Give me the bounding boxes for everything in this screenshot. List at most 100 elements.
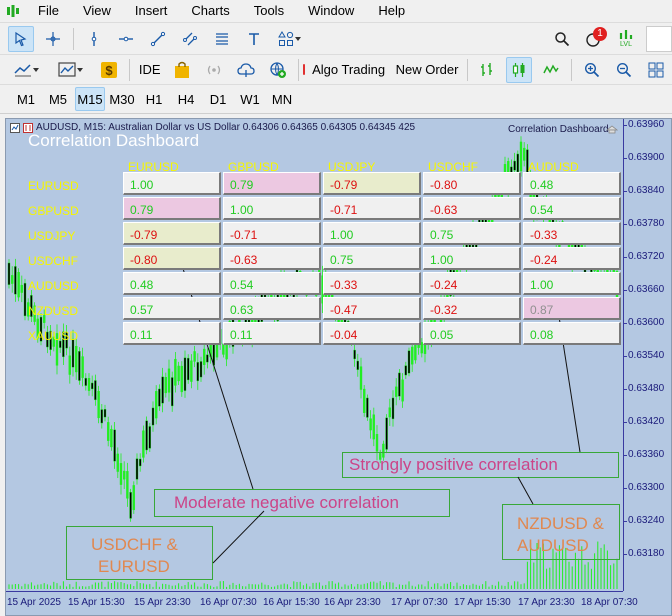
search-button[interactable] [549,26,575,52]
candle-body [372,414,375,440]
price-label: 0.63780 [628,218,665,229]
metatrader-logo-icon[interactable] [6,4,20,18]
price-tick [624,290,627,291]
zoom-in-button[interactable] [579,57,605,83]
menu-help[interactable]: Help [366,0,417,22]
tile-windows-button[interactable] [643,57,669,83]
candle-body [87,378,91,391]
algo-trading-button[interactable]: Algo Trading [303,57,385,83]
text-tool-button[interactable] [241,26,267,52]
candle-body [190,360,193,382]
chevron-down-icon [295,36,301,41]
candle-body [202,348,206,365]
candle-body [142,430,145,458]
row-header-gbpusd: GBPUSD [28,204,79,218]
menu-window[interactable]: Window [296,0,366,22]
market-button[interactable] [169,57,195,83]
shapes-tool-button[interactable] [273,26,307,52]
candle-body [100,409,104,424]
correlation-cell: 0.79 [123,197,221,220]
price-tick [624,323,627,324]
timeframe-h1[interactable]: H1 [139,87,169,111]
price-tick [624,422,627,423]
crosshair-tool-button[interactable] [40,26,66,52]
annotation-text: EURUSD [98,557,170,576]
timeframe-h4[interactable]: H4 [171,87,201,111]
account-level-button[interactable]: LVL [613,26,639,52]
price-axis[interactable]: 0.63960 0.63900 0.63840 0.63780 0.63720 0.636… [623,119,671,591]
grid-icon [648,62,664,77]
price-tick [624,488,627,489]
menu-view[interactable]: View [71,0,123,22]
correlation-cell: -0.47 [323,297,421,320]
candle-body [359,366,363,390]
line-chart-type-button[interactable] [538,57,564,83]
candle-body [78,351,81,381]
price-tick [624,224,627,225]
menu-charts[interactable]: Charts [179,0,241,22]
timeframe-m1[interactable]: M1 [11,87,41,111]
web-terminal-button[interactable] [265,57,291,83]
price-tick [624,554,627,555]
vertical-line-tool-button[interactable] [81,26,107,52]
horizontal-line-tool-button[interactable] [113,26,139,52]
channel-tool-button[interactable] [177,26,203,52]
expert-hat-icon[interactable] [606,124,618,134]
fibonacci-tool-button[interactable] [209,26,235,52]
line-chart-button[interactable] [8,57,46,83]
menu-insert[interactable]: Insert [123,0,180,22]
timeframe-m5[interactable]: M5 [43,87,73,111]
zoom-out-button[interactable] [611,57,637,83]
timeframe-m15[interactable]: M15 [75,87,105,111]
bar-chart-button[interactable] [474,57,500,83]
trendline-tool-button[interactable] [145,26,171,52]
new-order-button[interactable]: New Order [389,57,460,83]
candle-body [174,358,177,386]
price-label: 0.63480 [628,383,665,394]
broadcast-icon [207,65,220,74]
notifications-button[interactable]: 1 [581,26,607,52]
vps-button[interactable] [233,57,259,83]
new-order-label: New Order [395,62,459,77]
algo-trading-stop-icon [303,64,306,75]
correlation-cell: -0.24 [423,272,521,295]
signal-broadcast-button[interactable] [201,57,227,83]
menu-tools[interactable]: Tools [242,0,296,22]
chart-window[interactable]: AUDUSD, M15: Australian Dollar vs US Dol… [5,118,672,616]
time-label: 16 Apr 07:30 [200,597,257,608]
annotation-text: Moderate negative correlation [174,493,399,512]
candle-body [17,272,20,298]
candlestick-chart-button[interactable] [506,56,533,83]
candle-body [164,377,168,394]
timeframe-d1[interactable]: D1 [203,87,233,111]
ide-button[interactable]: IDE [137,57,163,83]
trading-signals-button[interactable]: $ [96,57,122,83]
annotation-text: Strongly positive correlation [349,455,558,474]
candle-body [81,356,84,378]
menu-file[interactable]: File [26,0,71,22]
timeframe-m30[interactable]: M30 [107,87,137,111]
candle-body [148,426,152,449]
correlation-cell: 0.48 [523,172,621,195]
candle-body [369,418,372,431]
account-panel[interactable] [646,25,672,52]
candle-body [116,453,120,472]
row-header-usdchf: USDCHF [28,254,78,268]
row-header-nzdusd: NZDUSD [28,304,78,318]
candle-body [132,485,136,511]
candle-body [366,397,369,418]
correlation-cell: -0.79 [323,172,421,195]
time-axis[interactable]: 15 Apr 2025 15 Apr 15:30 15 Apr 23:30 16 Ap… [6,591,638,615]
price-label: 0.63180 [628,548,665,559]
timeframe-mn[interactable]: MN [267,87,297,111]
candle-body [170,377,174,407]
correlation-cell: 0.11 [123,322,221,345]
templates-button[interactable] [52,57,90,83]
candle-body [222,343,225,355]
correlation-cell: 0.63 [223,297,321,320]
candle-body [353,349,356,360]
price-tick [624,521,627,522]
cursor-tool-button[interactable] [8,25,34,52]
timeframe-w1[interactable]: W1 [235,87,265,111]
candle-body [7,262,11,285]
